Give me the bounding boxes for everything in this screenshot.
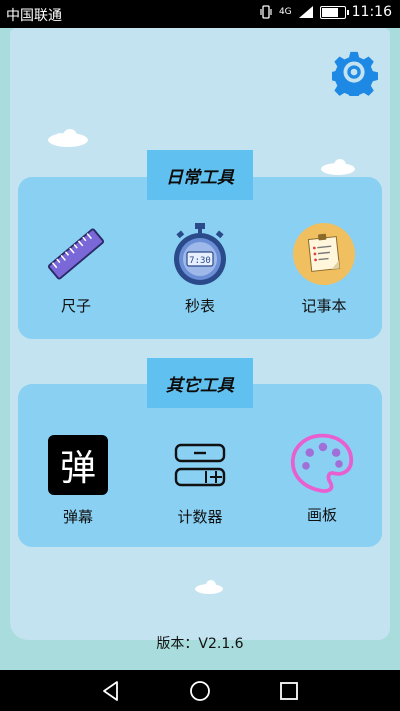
gear-icon[interactable] bbox=[332, 50, 378, 96]
signal-icon bbox=[298, 6, 313, 18]
tool-label: 秒表 bbox=[184, 297, 215, 315]
tool-label: 弹幕 bbox=[62, 508, 93, 526]
notepad-icon bbox=[291, 221, 357, 287]
section-title-daily: 日常工具 bbox=[147, 150, 253, 200]
carrier-label: 中国联通 bbox=[6, 8, 62, 24]
network-type-label: 4G bbox=[278, 7, 292, 17]
stopwatch-icon: 7:30 bbox=[167, 221, 233, 287]
app-screen: 日常工具 尺子 7:30 秒表 记事本 其它工具 弹 弹幕 计数器 画板 版本：… bbox=[0, 28, 400, 670]
navigation-bar bbox=[0, 670, 400, 711]
status-indicators: 4G 11:16 bbox=[259, 4, 392, 20]
daily-tools-panel: 尺子 7:30 秒表 记事本 bbox=[18, 177, 382, 339]
version-label: 版本：V2.1.6 bbox=[156, 636, 244, 652]
tool-palette[interactable]: 画板 bbox=[272, 430, 372, 525]
tool-notepad[interactable]: 记事本 bbox=[274, 221, 374, 316]
vibrate-icon bbox=[260, 5, 272, 19]
battery-icon bbox=[319, 5, 349, 19]
cloud-decoration bbox=[321, 159, 355, 175]
home-icon[interactable] bbox=[188, 679, 212, 703]
tool-label: 尺子 bbox=[60, 297, 91, 315]
tool-danmaku[interactable]: 弹 弹幕 bbox=[28, 432, 128, 527]
tool-label: 计数器 bbox=[177, 508, 223, 526]
other-tools-panel: 弹 弹幕 计数器 画板 bbox=[18, 384, 382, 547]
cloud-decoration bbox=[195, 580, 223, 594]
status-time: 11:16 bbox=[351, 4, 392, 20]
danmaku-glyph: 弹 bbox=[48, 435, 108, 495]
tool-ruler[interactable]: 尺子 bbox=[26, 221, 126, 316]
counter-icon bbox=[167, 432, 233, 498]
danmaku-icon: 弹 bbox=[45, 432, 111, 498]
palette-icon bbox=[289, 430, 355, 496]
status-bar: 中国联通 4G 11:16 bbox=[0, 0, 400, 28]
tool-stopwatch[interactable]: 7:30 秒表 bbox=[150, 221, 250, 316]
tool-label: 记事本 bbox=[301, 297, 347, 315]
tool-counter[interactable]: 计数器 bbox=[150, 432, 250, 527]
ruler-icon bbox=[43, 221, 109, 287]
recent-apps-icon[interactable] bbox=[277, 679, 301, 703]
stopwatch-display: 7:30 bbox=[189, 256, 211, 266]
section-title-other: 其它工具 bbox=[147, 358, 253, 408]
tool-label: 画板 bbox=[306, 506, 337, 524]
back-icon[interactable] bbox=[99, 679, 123, 703]
cloud-decoration bbox=[48, 129, 88, 147]
